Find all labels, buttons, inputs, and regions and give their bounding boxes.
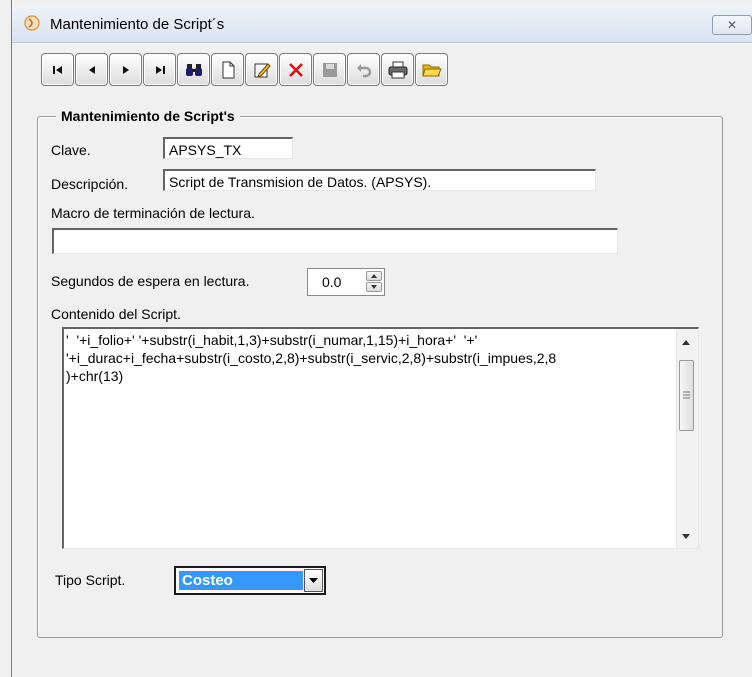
- grip-icon: [683, 391, 690, 399]
- spin-down-button[interactable]: [366, 282, 382, 292]
- undo-icon: [356, 63, 371, 77]
- contenido-label: Contenido del Script.: [51, 306, 181, 322]
- close-icon: ✕: [726, 18, 738, 32]
- last-record-button[interactable]: [143, 53, 176, 86]
- first-icon: [52, 65, 62, 74]
- spin-down-icon: [371, 285, 377, 289]
- new-document-icon: [222, 61, 234, 78]
- delete-button[interactable]: [279, 53, 312, 86]
- macro-label: Macro de terminación de lectura.: [51, 205, 255, 221]
- new-button[interactable]: [211, 53, 244, 86]
- tipo-selected-value: Costeo: [179, 571, 303, 590]
- spin-up-button[interactable]: [366, 271, 382, 281]
- main-window: Mantenimiento de Script´s ✕ Mantenimient…: [11, 0, 752, 677]
- print-button[interactable]: [381, 53, 414, 86]
- spin-up-icon: [371, 274, 377, 278]
- open-button[interactable]: [415, 53, 448, 86]
- edit-button[interactable]: [245, 53, 278, 86]
- next-icon: [122, 65, 129, 74]
- last-icon: [155, 65, 165, 74]
- descripcion-field[interactable]: Script de Transmision de Datos. (APSYS).: [163, 169, 596, 191]
- tipo-dropdown-button[interactable]: [304, 569, 323, 592]
- scroll-up-icon[interactable]: [682, 340, 690, 345]
- memo-scrollbar[interactable]: [676, 329, 698, 548]
- macro-field[interactable]: [52, 228, 618, 254]
- find-button[interactable]: [177, 53, 210, 86]
- scroll-down-icon[interactable]: [682, 534, 690, 539]
- edit-pencil-icon: [254, 62, 271, 78]
- window-title: Mantenimiento de Script´s: [50, 16, 225, 33]
- segundos-spinner[interactable]: 0.0: [307, 268, 385, 296]
- clave-field[interactable]: APSYS_TX: [163, 137, 293, 159]
- tipo-label: Tipo Script.: [55, 572, 126, 588]
- segundos-value: 0.0: [322, 274, 342, 290]
- scroll-thumb[interactable]: [679, 360, 694, 431]
- open-folder-icon: [421, 64, 442, 76]
- printer-icon: [388, 61, 407, 78]
- group-title: Mantenimiento de Script's: [56, 108, 240, 124]
- title-bar: Mantenimiento de Script´s ✕: [12, 6, 752, 43]
- chevron-down-icon: [309, 578, 318, 583]
- next-record-button[interactable]: [109, 53, 142, 86]
- save-button[interactable]: [313, 53, 346, 86]
- delete-x-icon: [288, 62, 303, 77]
- contenido-memo[interactable]: ' '+i_folio+' '+substr(i_habit,1,3)+subs…: [62, 327, 699, 549]
- contenido-text[interactable]: ' '+i_folio+' '+substr(i_habit,1,3)+subs…: [66, 331, 676, 385]
- close-button[interactable]: ✕: [712, 15, 752, 35]
- previous-record-button[interactable]: [75, 53, 108, 86]
- undo-button[interactable]: [347, 53, 380, 86]
- app-icon: [24, 15, 40, 31]
- binoculars-icon: [185, 63, 202, 76]
- segundos-label: Segundos de espera en lectura.: [51, 273, 250, 289]
- descripcion-label: Descripción.: [51, 176, 129, 192]
- previous-icon: [88, 65, 95, 74]
- first-record-button[interactable]: [41, 53, 74, 86]
- clave-label: Clave.: [51, 142, 91, 158]
- tipo-select[interactable]: Costeo: [174, 566, 326, 595]
- save-icon: [322, 62, 337, 77]
